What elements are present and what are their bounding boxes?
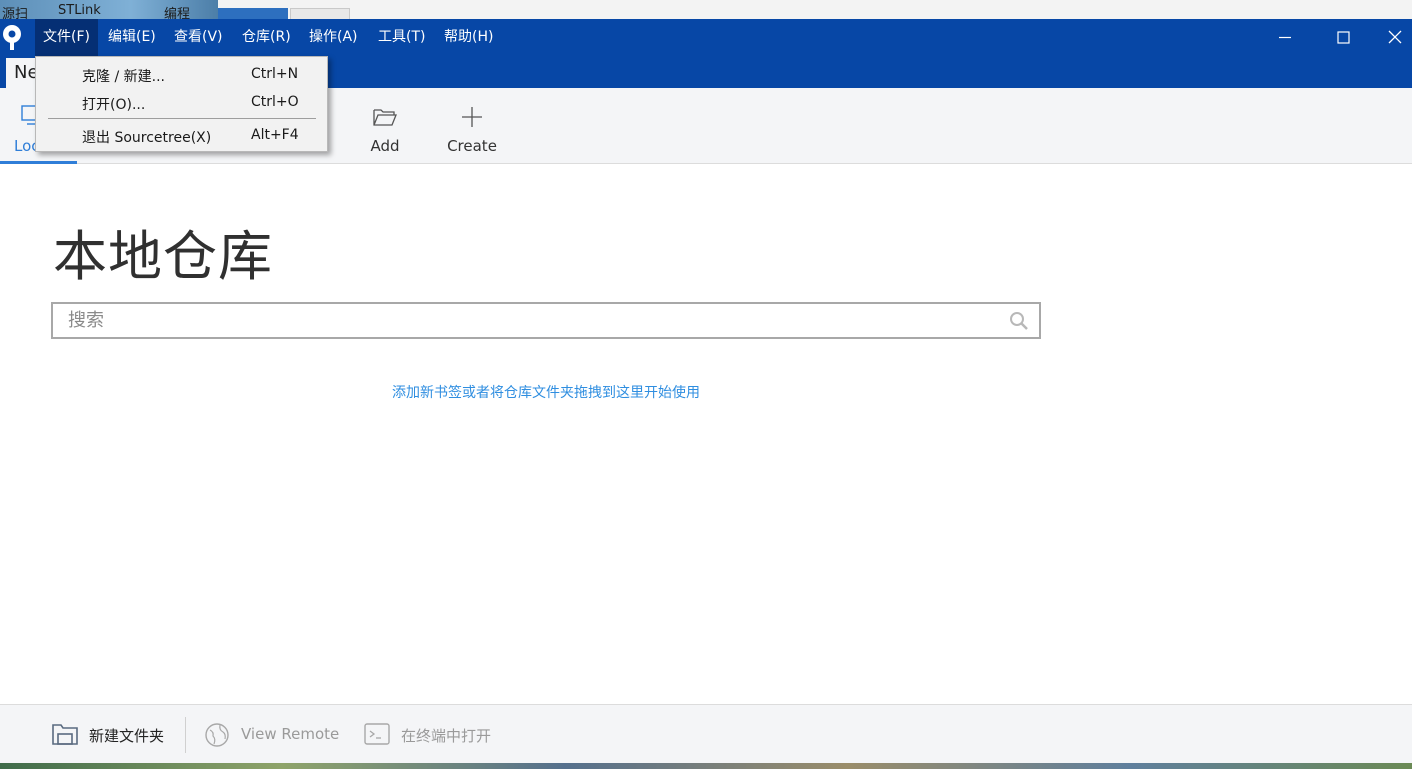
title-bar: 文件(F) 编辑(E) 查看(V) 仓库(R) 操作(A) 工具(T) 帮助(H… [0, 19, 1412, 56]
create-button[interactable]: Create [437, 88, 507, 164]
menu-separator [48, 118, 316, 119]
menu-item-shortcut: Ctrl+O [251, 94, 299, 110]
new-folder-label: 新建文件夹 [89, 727, 165, 745]
maximize-button[interactable] [1320, 19, 1366, 56]
open-in-terminal-label: 在终端中打开 [401, 727, 492, 745]
add-button[interactable]: Add [350, 88, 420, 164]
menu-item-label: 退出 Sourcetree(X) [82, 130, 212, 146]
file-menu-dropdown: 克隆 / 新建... Ctrl+N 打开(O)... Ctrl+O 退出 Sou… [35, 56, 328, 152]
desktop-text: STLink [58, 3, 101, 18]
menu-repository[interactable]: 仓库(R) [234, 19, 299, 56]
close-icon [1388, 30, 1402, 44]
maximize-icon [1337, 31, 1350, 44]
desktop-text: 编程 [164, 7, 191, 19]
folder-open-icon [373, 109, 397, 126]
desktop-background-top: 源扫 STLink 编程 [0, 0, 1412, 19]
search-box [51, 302, 1041, 339]
terminal-icon [364, 723, 390, 745]
active-tab-indicator [0, 161, 77, 164]
menu-file[interactable]: 文件(F) [35, 19, 98, 56]
menu-item-clone-new[interactable]: 克隆 / 新建... Ctrl+N [36, 60, 327, 88]
view-remote-label: View Remote [241, 725, 340, 743]
view-remote-button[interactable]: View Remote [204, 705, 344, 764]
desktop-text: 源扫 [2, 7, 29, 19]
menu-item-exit[interactable]: 退出 Sourcetree(X) Alt+F4 [36, 121, 327, 149]
menu-edit[interactable]: 编辑(E) [100, 19, 164, 56]
globe-icon [205, 723, 229, 747]
open-in-terminal-button[interactable]: 在终端中打开 [364, 705, 504, 764]
menu-item-shortcut: Alt+F4 [251, 127, 299, 143]
bottom-bar: 新建文件夹 View Remote 在终端中打开 [0, 704, 1412, 763]
search-input[interactable] [53, 304, 993, 337]
add-label: Add [370, 137, 400, 155]
menu-help[interactable]: 帮助(H) [436, 19, 501, 56]
menu-item-open[interactable]: 打开(O)... Ctrl+O [36, 88, 327, 116]
page-title: 本地仓库 [53, 225, 273, 288]
add-bookmark-hint-link[interactable]: 添加新书签或者将仓库文件夹拖拽到这里开始使用 [0, 382, 1092, 402]
new-folder-button[interactable]: 新建文件夹 [52, 705, 177, 764]
menu-view[interactable]: 查看(V) [166, 19, 231, 56]
menu-item-shortcut: Ctrl+N [251, 66, 299, 82]
plus-icon [462, 107, 482, 127]
divider [185, 717, 186, 753]
background-window-tab [218, 8, 288, 19]
search-icon[interactable] [1009, 311, 1029, 331]
close-button[interactable] [1378, 19, 1412, 56]
sourcetree-logo-icon[interactable] [0, 23, 26, 51]
menu-item-label: 克隆 / 新建... [82, 69, 165, 85]
minimize-button[interactable] [1262, 19, 1308, 56]
menu-item-label: 打开(O)... [82, 97, 146, 113]
background-window-tab [290, 8, 350, 19]
folder-icon [52, 724, 78, 745]
desktop-background-bottom [0, 763, 1412, 769]
minimize-icon [1279, 36, 1291, 39]
menu-actions[interactable]: 操作(A) [301, 19, 366, 56]
menu-tools[interactable]: 工具(T) [370, 19, 433, 56]
create-label: Create [447, 137, 497, 155]
